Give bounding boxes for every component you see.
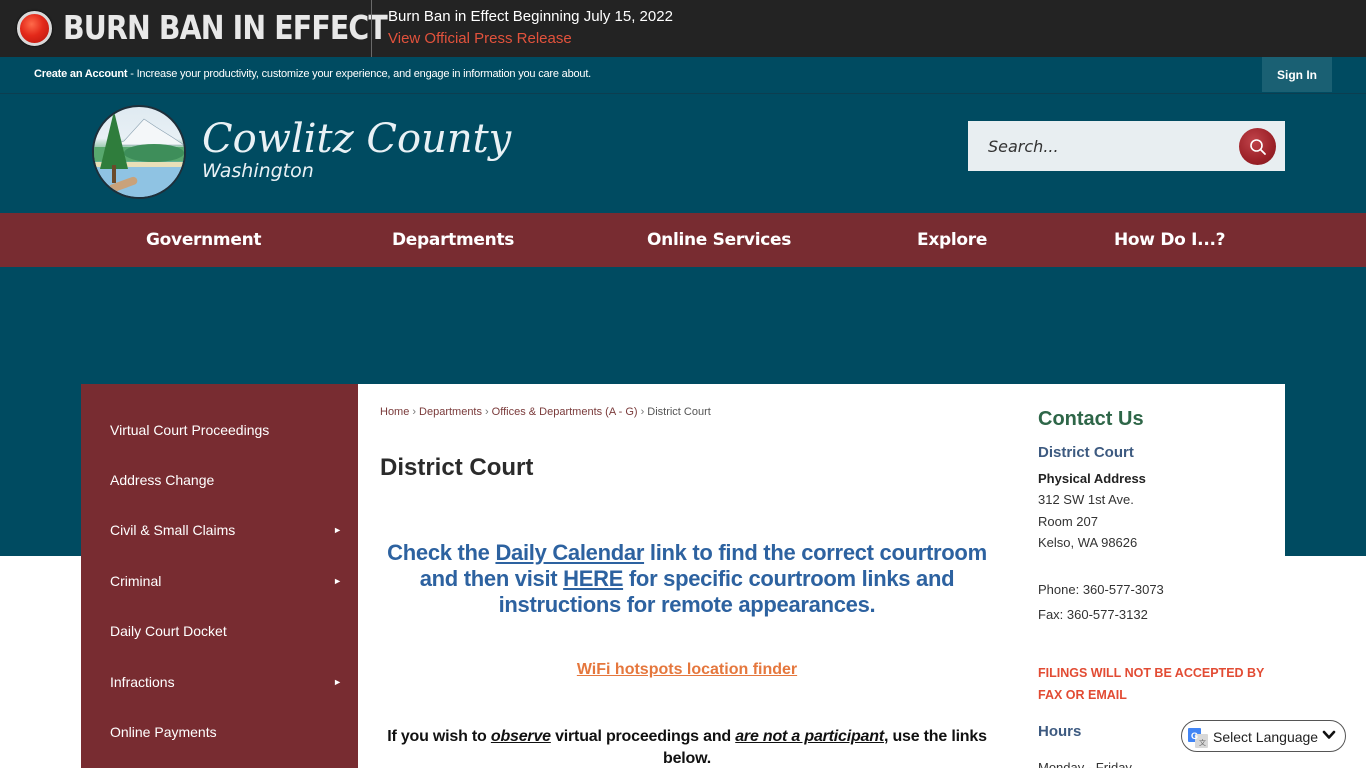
address-line: 312 SW 1st Ave. (1038, 492, 1134, 507)
remote-appearance-notice: Check the Daily Calendar link to find th… (380, 540, 994, 618)
google-translate-icon: G 文 (1188, 728, 1208, 748)
observe-text: If you wish to (387, 728, 491, 745)
logo-landscape-icon (94, 111, 184, 197)
contact-fax: Fax: 360-577-3132 (1038, 607, 1148, 622)
search-input[interactable] (968, 121, 1228, 171)
breadcrumb-separator: › (485, 406, 489, 418)
observe-instructions: If you wish to observe virtual proceedin… (374, 726, 1000, 768)
contact-department-link[interactable]: District Court (1038, 444, 1134, 461)
address-label: Physical Address (1038, 471, 1146, 486)
alert-title: BURN BAN IN EFFECT (63, 8, 388, 47)
sidebar-item-address-change[interactable]: Address Change (81, 455, 358, 505)
sidebar-item-virtual-court-proceedings[interactable]: Virtual Court Proceedings (81, 405, 358, 455)
sidebar-item-label: Online Payments (110, 724, 217, 740)
contact-title: Contact Us (1038, 408, 1144, 430)
sidebar-item-label: Infractions (110, 674, 175, 690)
main-content: Home › Departments › Offices & Departments (… (358, 384, 1022, 768)
sign-in-button[interactable]: Sign In (1262, 57, 1332, 92)
search-button[interactable] (1239, 128, 1276, 165)
sidebar-item-criminal[interactable]: Criminal ► (81, 556, 358, 606)
observe-emphasis: observe (490, 728, 551, 745)
nav-government[interactable]: Government (146, 213, 262, 267)
observe-text: virtual proceedings and (550, 728, 736, 745)
page-title: District Court (380, 454, 534, 481)
breadcrumb-separator: › (640, 406, 645, 418)
language-selector[interactable]: G 文 Select Language (1181, 720, 1346, 752)
account-promo: Create an Account - Increase your produc… (34, 68, 591, 80)
site-header: Cowlitz County Washington (0, 94, 1366, 213)
hours-heading: Hours (1038, 723, 1082, 740)
hours-days: Monday - Friday (1038, 760, 1132, 768)
main-navigation: Government Departments Online Services E… (0, 213, 1366, 267)
language-selector-label: Select Language (1213, 729, 1319, 745)
sidebar-item-label: Criminal (110, 573, 162, 589)
svg-text:G: G (1191, 731, 1198, 741)
search-box (968, 121, 1285, 171)
breadcrumb-home[interactable]: Home (380, 406, 409, 418)
submenu-arrow-icon[interactable]: ► (333, 576, 342, 586)
sidebar-item-label: Civil & Small Claims (110, 522, 236, 538)
breadcrumb-separator: › (412, 406, 417, 418)
site-title[interactable]: Cowlitz County (202, 116, 511, 162)
svg-text:文: 文 (1199, 738, 1206, 747)
contact-phone: Phone: 360-577-3073 (1038, 582, 1164, 597)
address-line: Room 207 (1038, 514, 1098, 529)
contact-panel: Contact Us District Court Physical Addre… (1022, 384, 1285, 768)
breadcrumb-offices-departments[interactable]: Offices & Departments (A - G) (492, 406, 638, 418)
press-release-link[interactable]: View Official Press Release (388, 30, 572, 47)
wifi-hotspots-link[interactable]: WiFi hotspots location finder (577, 661, 797, 678)
sidebar-item-daily-court-docket[interactable]: Daily Court Docket (81, 606, 358, 656)
sidebar-item-label: Address Change (110, 472, 215, 488)
nav-how-do-i[interactable]: How Do I...? (1114, 213, 1226, 267)
search-icon (1249, 138, 1266, 155)
sidebar-item-online-payments[interactable]: Online Payments (81, 707, 358, 757)
nav-online-services[interactable]: Online Services (647, 213, 791, 267)
county-logo[interactable] (92, 105, 186, 199)
chevron-down-icon (1322, 730, 1336, 739)
daily-calendar-link[interactable]: Daily Calendar (495, 540, 644, 565)
submenu-arrow-icon[interactable]: ► (333, 677, 342, 687)
create-account-link[interactable]: Create an Account (34, 68, 128, 80)
alert-message: Burn Ban in Effect Beginning July 15, 20… (388, 8, 673, 25)
nav-explore[interactable]: Explore (917, 213, 987, 267)
site-subtitle: Washington (202, 160, 314, 182)
here-link[interactable]: HERE (563, 566, 623, 591)
breadcrumb-current: District Court (647, 406, 711, 418)
sidebar-item-civil-small-claims[interactable]: Civil & Small Claims ► (81, 505, 358, 555)
address-line: Kelso, WA 98626 (1038, 535, 1138, 550)
sidebar-item-label: Virtual Court Proceedings (110, 422, 270, 438)
notice-text: Check the (387, 540, 496, 565)
sidebar-menu: Virtual Court Proceedings Address Change… (81, 384, 358, 768)
submenu-arrow-icon[interactable]: ► (333, 525, 342, 535)
alert-divider (371, 0, 372, 57)
sidebar-item-infractions[interactable]: Infractions ► (81, 657, 358, 707)
alert-banner: BURN BAN IN EFFECT Burn Ban in Effect Be… (0, 0, 1366, 57)
alert-light-icon (17, 11, 52, 46)
account-bar: Create an Account - Increase your produc… (0, 57, 1366, 94)
breadcrumb-departments[interactable]: Departments (419, 406, 482, 418)
nav-departments[interactable]: Departments (392, 213, 514, 267)
wifi-finder: WiFi hotspots location finder (380, 661, 994, 679)
participant-emphasis: are not a participant (735, 728, 884, 745)
breadcrumb: Home › Departments › Offices & Departments (… (380, 406, 711, 418)
account-tagline: - Increase your productivity, customize … (127, 68, 592, 80)
filing-warning: FILINGS WILL NOT BE ACCEPTED BY FAX OR E… (1038, 666, 1265, 702)
sidebar-item-label: Daily Court Docket (110, 623, 227, 639)
